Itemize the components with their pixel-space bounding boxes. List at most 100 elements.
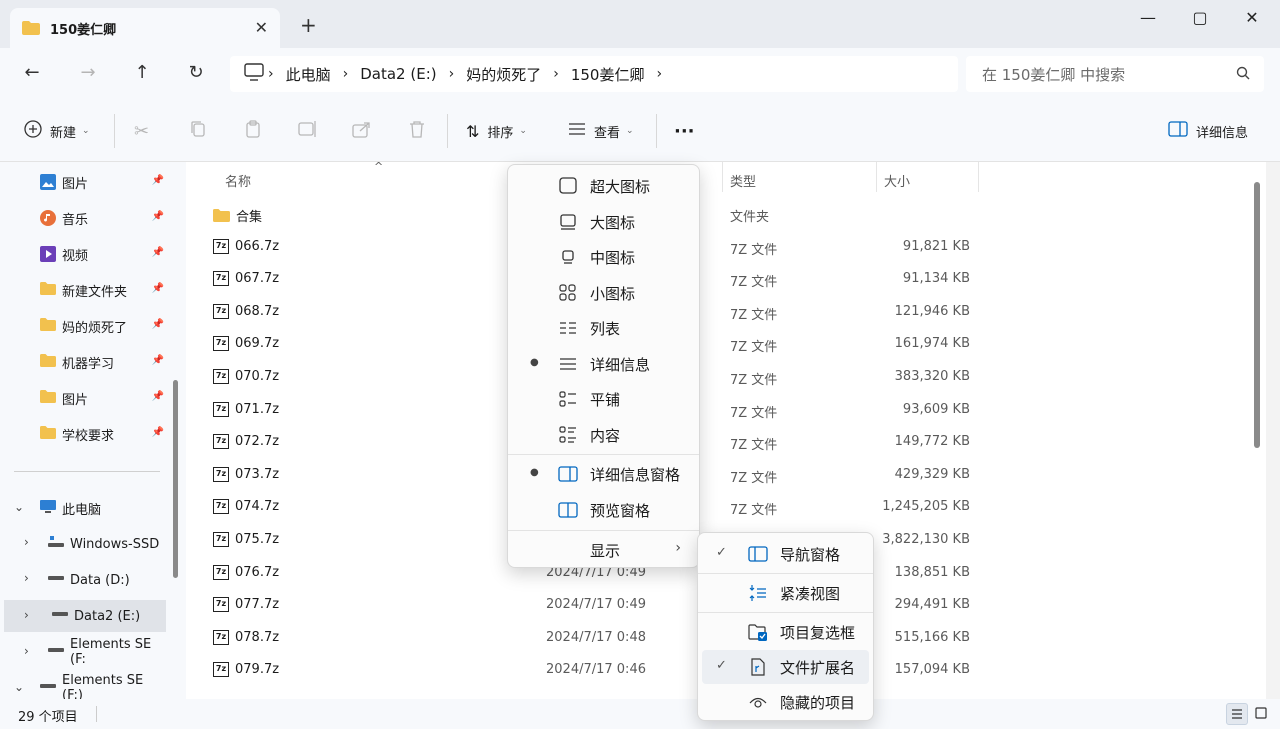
column-separator[interactable] — [876, 162, 877, 192]
chevron-right-icon[interactable]: › — [656, 66, 662, 82]
file-name: 075.7z — [235, 532, 280, 547]
breadcrumb-folder[interactable]: 妈的烦死了 — [466, 64, 541, 85]
sidebar-item-pictures[interactable]: 图片 📌 — [0, 166, 168, 198]
large-icons-view-button[interactable] — [1251, 703, 1273, 725]
menu-item-label: 详细信息 — [590, 356, 651, 374]
sidebar-item-school[interactable]: 学校要求 📌 — [0, 418, 168, 450]
file-type: 7Z 文件 — [730, 405, 778, 421]
hidden-items-icon — [748, 693, 768, 711]
new-tab-button[interactable]: + — [300, 15, 317, 35]
selected-bullet-icon: ● — [530, 357, 539, 368]
back-button[interactable]: ← — [20, 62, 44, 86]
paste-button[interactable] — [244, 118, 262, 144]
archive-7z-icon: 7z — [213, 499, 229, 515]
new-button[interactable]: 新建 ⌄ — [24, 118, 90, 144]
sidebar-item-folder-annoyed[interactable]: 妈的烦死了 📌 — [0, 310, 168, 342]
file-size: 91,134 KB — [902, 271, 970, 287]
chevron-right-icon: › — [268, 66, 274, 82]
up-button[interactable]: ↑ — [130, 62, 154, 86]
close-window-button[interactable]: ✕ — [1232, 8, 1272, 32]
view-button[interactable]: 查看 ⌄ — [568, 118, 634, 144]
column-header-type[interactable]: 类型 — [730, 171, 756, 190]
copy-icon — [189, 120, 207, 142]
rename-icon — [298, 120, 318, 142]
sidebar-item-windows-ssd[interactable]: Windows-SSD — [0, 528, 168, 560]
menu-item-list[interactable]: 列表 — [512, 311, 695, 345]
column-separator[interactable] — [978, 162, 979, 192]
menu-item-large-icons[interactable]: 大图标 — [512, 205, 695, 239]
delete-button[interactable] — [408, 118, 426, 144]
menu-item-medium-icons[interactable]: 中图标 — [512, 240, 695, 274]
file-name: 079.7z — [235, 662, 280, 678]
drive-icon — [48, 572, 64, 588]
compact-view-icon — [748, 584, 768, 602]
menu-item-item-checkboxes[interactable]: 项目复选框 — [702, 615, 869, 649]
menu-item-preview-pane[interactable]: 预览窗格 — [512, 493, 695, 527]
copy-button[interactable] — [189, 118, 207, 144]
file-name: 067.7z — [235, 271, 280, 287]
status-bar: 29 个项目 — [0, 699, 1280, 729]
minimize-button[interactable]: — — [1128, 8, 1168, 32]
sidebar-item-label: 音乐 — [62, 212, 89, 228]
column-header-name[interactable]: 名称 — [225, 171, 251, 190]
chevron-down-icon: ⌄ — [519, 126, 527, 136]
navigation-pane: 图片 📌 音乐 📌 视频 📌 新建文件夹 📌 妈的烦死了 📌 机器学习 📌 图片… — [0, 162, 186, 703]
medium-icons-icon — [558, 248, 578, 266]
menu-item-extra-large-icons[interactable]: 超大图标 — [512, 169, 695, 203]
menu-item-label: 紧凑视图 — [780, 585, 841, 603]
sidebar-item-pictures-folder[interactable]: 图片 📌 — [0, 382, 168, 414]
details-button[interactable]: 详细信息 — [1168, 118, 1248, 144]
details-view-button[interactable] — [1226, 703, 1248, 725]
sort-label: 排序 — [487, 125, 514, 141]
breadcrumb-this-pc[interactable]: 此电脑 — [286, 64, 331, 85]
breadcrumb-current[interactable]: 150姜仁卿 — [571, 64, 645, 85]
view-menu: 超大图标 大图标 中图标 小图标 列表 ● 详细信息 平铺 内容 ● 详细信息窗… — [507, 164, 700, 568]
file-name: 070.7z — [235, 369, 280, 384]
more-options-button[interactable]: ··· — [674, 118, 695, 144]
sidebar-item-new-folder[interactable]: 新建文件夹 📌 — [0, 274, 168, 306]
forward-button[interactable]: → — [76, 62, 100, 86]
share-button[interactable] — [352, 118, 372, 144]
chevron-right-icon: › — [342, 66, 349, 82]
close-tab-icon[interactable]: ✕ — [255, 18, 268, 37]
column-header-size[interactable]: 大小 — [884, 171, 910, 190]
cut-button[interactable]: ✂ — [134, 118, 149, 144]
menu-item-hidden-items[interactable]: 隐藏的项目 — [702, 685, 869, 719]
tab-active[interactable]: 150姜仁卿 ✕ — [10, 8, 280, 48]
sidebar-item-elements-se-f[interactable]: Elements SE (F: — [0, 636, 168, 668]
folder-icon — [40, 282, 56, 298]
pin-icon: 📌 — [151, 319, 164, 330]
address-bar[interactable]: › 此电脑 › Data2 (E:) › 妈的烦死了 › 150姜仁卿 › — [230, 56, 958, 92]
sidebar-item-music[interactable]: 音乐 📌 — [0, 202, 168, 234]
refresh-button[interactable]: ↻ — [184, 62, 208, 86]
sidebar-scrollbar[interactable] — [173, 380, 178, 578]
file-list-scrollbar[interactable] — [1254, 182, 1260, 448]
chevron-right-icon[interactable]: › — [24, 608, 29, 622]
sidebar-item-label: 学校要求 — [62, 428, 115, 444]
column-separator[interactable] — [722, 162, 723, 192]
menu-item-details[interactable]: ● 详细信息 — [512, 347, 695, 381]
rename-button[interactable] — [298, 118, 318, 144]
file-size: 1,245,205 KB — [882, 499, 970, 515]
search-icon — [1236, 66, 1250, 84]
sidebar-item-videos[interactable]: 视频 📌 — [0, 238, 168, 270]
menu-item-label: 列表 — [590, 320, 621, 338]
breadcrumb-drive[interactable]: Data2 (E:) — [360, 65, 436, 83]
sort-button[interactable]: ⇅ 排序 ⌄ — [466, 118, 527, 144]
search-input[interactable]: 在 150姜仁卿 中搜索 — [966, 56, 1264, 92]
sidebar-item-machine-learning[interactable]: 机器学习 📌 — [0, 346, 168, 378]
menu-item-compact-view[interactable]: 紧凑视图 — [702, 576, 869, 610]
sidebar-item-this-pc[interactable]: 此电脑 — [0, 492, 168, 524]
menu-item-content[interactable]: 内容 — [512, 418, 695, 452]
menu-item-navigation-pane[interactable]: ✓ 导航窗格 — [702, 537, 869, 571]
menu-item-details-pane[interactable]: ● 详细信息窗格 — [512, 457, 695, 491]
menu-item-tiles[interactable]: 平铺 — [512, 382, 695, 416]
maximize-button[interactable]: ▢ — [1180, 8, 1220, 32]
menu-separator — [508, 530, 699, 531]
menu-item-file-extensions[interactable]: ✓ 文件扩展名 — [702, 650, 869, 684]
file-name-cell: 7z 072.7z — [213, 434, 279, 450]
sidebar-item-data-d[interactable]: Data (D:) — [0, 564, 168, 596]
menu-item-small-icons[interactable]: 小图标 — [512, 276, 695, 310]
drive-icon — [48, 644, 64, 660]
menu-item-show[interactable]: 显示 › — [512, 533, 695, 567]
